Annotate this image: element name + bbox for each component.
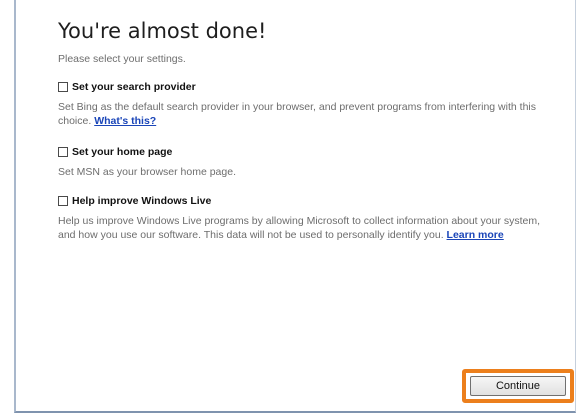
option-improve-windows-live: Help improve Windows Live Help us improv… xyxy=(58,194,558,242)
continue-highlight-box: Continue xyxy=(462,369,574,403)
home-page-checkbox[interactable] xyxy=(58,147,68,157)
option-header: Help improve Windows Live xyxy=(58,194,558,208)
page-title: You're almost done! xyxy=(58,19,267,43)
home-page-description-text: Set MSN as your browser home page. xyxy=(58,166,236,178)
continue-button[interactable]: Continue xyxy=(470,376,566,396)
learn-more-link[interactable]: Learn more xyxy=(447,229,504,241)
search-provider-checkbox[interactable] xyxy=(58,82,68,92)
option-home-page: Set your home page Set MSN as your brows… xyxy=(58,145,558,179)
page-subtitle: Please select your settings. xyxy=(58,53,186,65)
improve-windows-live-label[interactable]: Help improve Windows Live xyxy=(72,195,211,208)
search-provider-description: Set Bing as the default search provider … xyxy=(58,100,558,128)
search-provider-label[interactable]: Set your search provider xyxy=(72,81,196,94)
home-page-description: Set MSN as your browser home page. xyxy=(58,165,558,179)
option-search-provider: Set your search provider Set Bing as the… xyxy=(58,80,558,128)
option-header: Set your home page xyxy=(58,145,558,159)
settings-panel: You're almost done! Please select your s… xyxy=(58,18,558,241)
improve-windows-live-checkbox[interactable] xyxy=(58,196,68,206)
improve-windows-live-description: Help us improve Windows Live programs by… xyxy=(58,214,558,242)
whats-this-link[interactable]: What's this? xyxy=(94,115,156,127)
option-header: Set your search provider xyxy=(58,80,558,94)
setup-window: You're almost done! Please select your s… xyxy=(14,0,576,413)
home-page-label[interactable]: Set your home page xyxy=(72,146,172,159)
